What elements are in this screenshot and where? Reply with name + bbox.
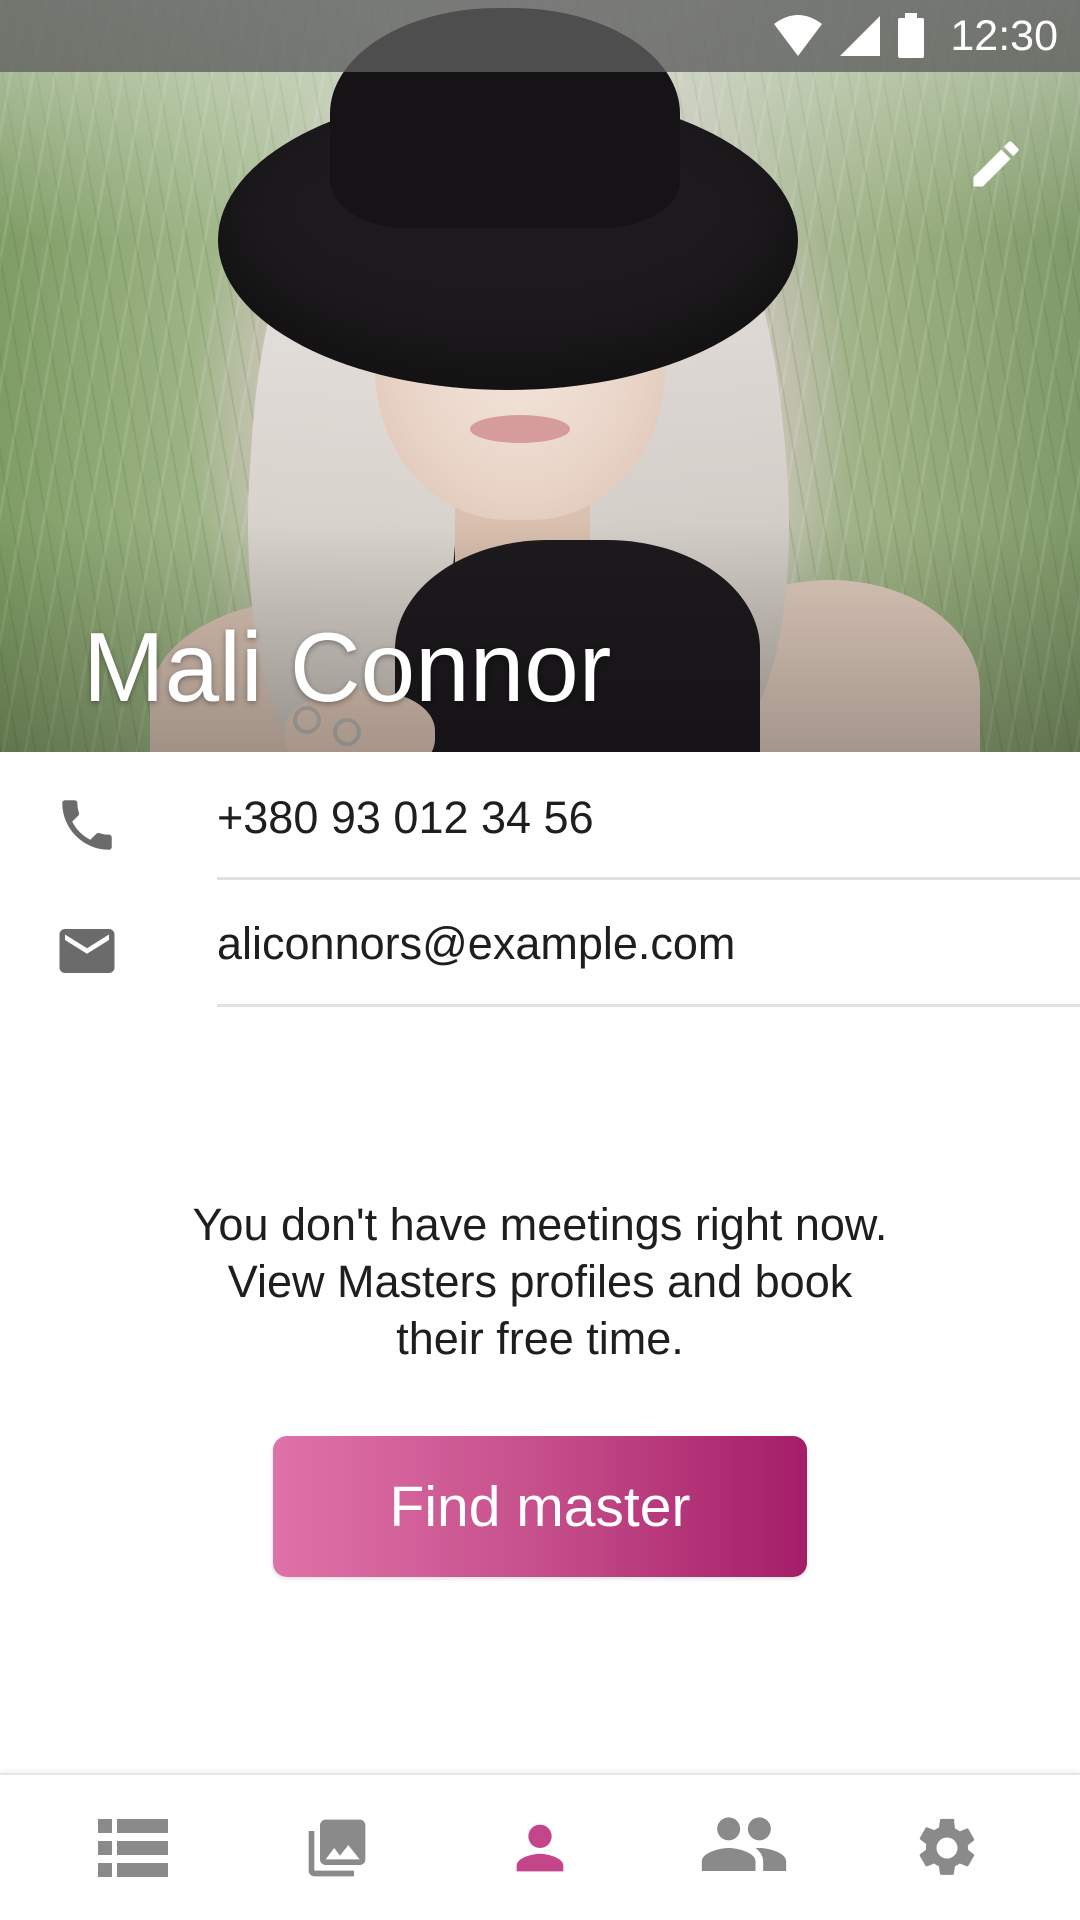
list-icon bbox=[98, 1818, 168, 1877]
photo-lips bbox=[470, 415, 570, 443]
nav-item-list[interactable] bbox=[25, 1775, 241, 1920]
mail-icon bbox=[59, 929, 115, 973]
empty-state-message: You don't have meetings right now. View … bbox=[120, 1196, 960, 1367]
empty-state-line: You don't have meetings right now. bbox=[192, 1199, 888, 1250]
edit-profile-button[interactable] bbox=[950, 118, 1042, 210]
people-icon bbox=[701, 1816, 787, 1871]
find-master-button[interactable]: Find master bbox=[273, 1436, 807, 1577]
divider bbox=[217, 1004, 1080, 1007]
email-address: aliconnors@example.com bbox=[217, 918, 736, 969]
nav-item-gallery[interactable] bbox=[229, 1775, 445, 1920]
nav-item-people[interactable] bbox=[636, 1775, 852, 1920]
bottom-navigation bbox=[0, 1773, 1080, 1920]
empty-state-line: View Masters profiles and book bbox=[227, 1256, 853, 1307]
status-bar: 12:30 bbox=[0, 0, 1080, 72]
gallery-icon bbox=[308, 1819, 366, 1876]
status-time: 12:30 bbox=[950, 11, 1058, 60]
phone-row[interactable]: +380 93 012 34 56 bbox=[0, 752, 1080, 872]
profile-name: Mali Connor bbox=[83, 612, 612, 722]
phone-number: +380 93 012 34 56 bbox=[217, 792, 594, 843]
settings-gear-icon bbox=[919, 1818, 975, 1875]
email-row[interactable]: aliconnors@example.com bbox=[0, 878, 1080, 998]
person-icon bbox=[516, 1824, 564, 1871]
empty-state-line: their free time. bbox=[396, 1313, 684, 1364]
pencil-icon bbox=[973, 141, 1019, 187]
phone-icon bbox=[62, 800, 112, 850]
cellular-signal-icon bbox=[840, 16, 881, 56]
battery-icon bbox=[898, 13, 925, 58]
nav-item-profile[interactable] bbox=[432, 1775, 648, 1920]
wifi-icon bbox=[774, 15, 823, 56]
nav-item-settings[interactable] bbox=[839, 1775, 1055, 1920]
